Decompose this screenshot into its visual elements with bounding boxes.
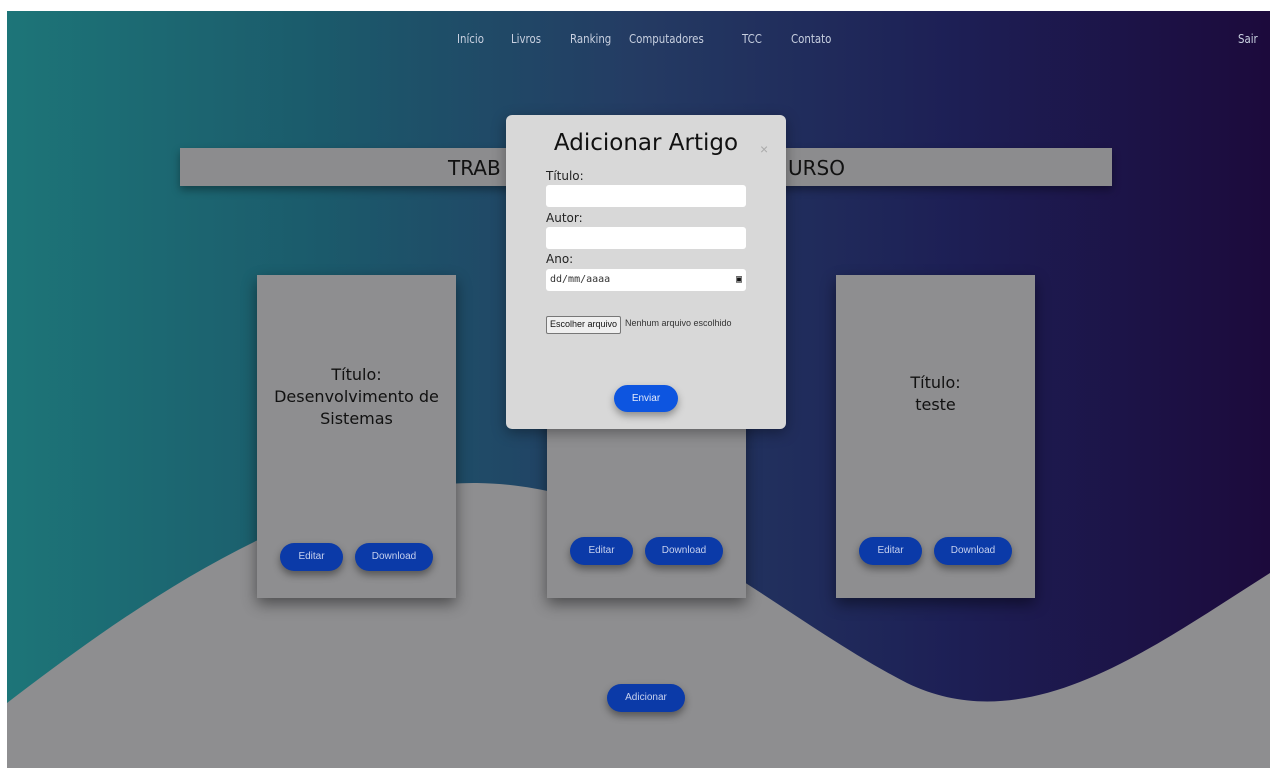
year-date-input[interactable]: dd/mm/aaaa ▣	[546, 269, 746, 291]
calendar-icon[interactable]: ▣	[736, 269, 742, 291]
submit-button[interactable]: Enviar	[614, 385, 678, 412]
file-status-text: Nenhum arquivo escolhido	[625, 318, 732, 328]
add-article-modal: Adicionar Artigo × Título: Autor: Ano: d…	[506, 115, 786, 429]
author-input[interactable]	[546, 227, 746, 249]
modal-overlay: Adicionar Artigo × Título: Autor: Ano: d…	[7, 11, 1270, 768]
page: Início Livros Ranking Computadores TCC C…	[7, 11, 1270, 768]
choose-file-button[interactable]: Escolher arquivo	[546, 316, 622, 334]
title-input[interactable]	[546, 185, 746, 207]
author-label: Autor:	[546, 211, 583, 225]
close-icon[interactable]: ×	[760, 141, 768, 157]
year-date-placeholder: dd/mm/aaaa	[550, 274, 611, 285]
title-label: Título:	[546, 169, 584, 183]
year-label: Ano:	[546, 252, 574, 266]
modal-title: Adicionar Artigo	[553, 130, 739, 156]
